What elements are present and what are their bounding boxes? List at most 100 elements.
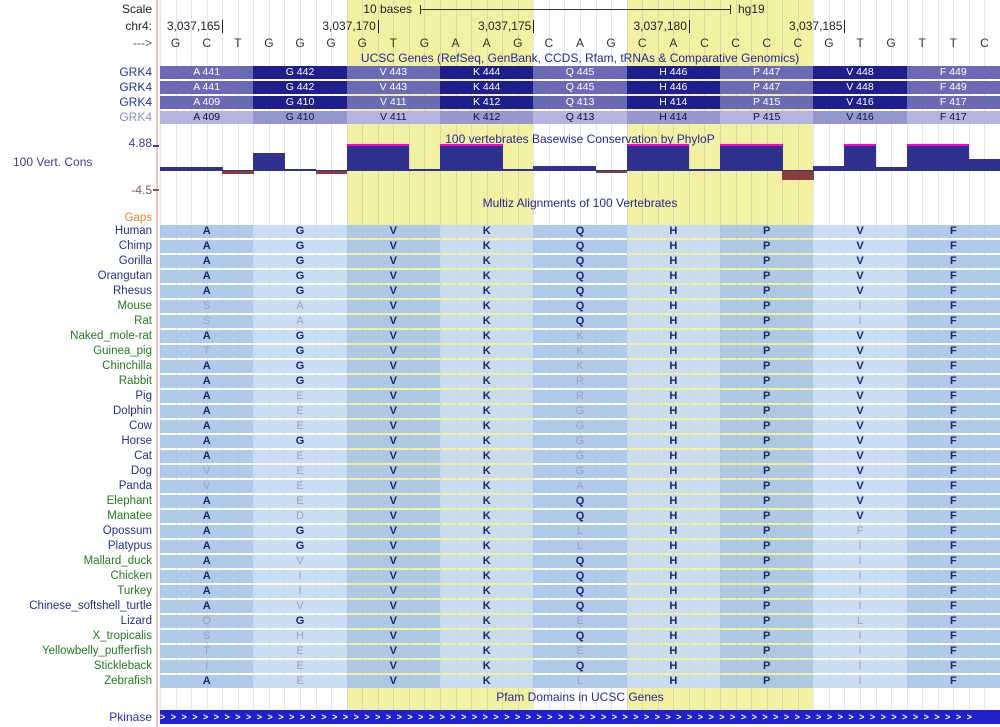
species-label[interactable]: Horse <box>0 435 152 448</box>
codon-box[interactable]: F 417 <box>907 96 1000 109</box>
species-label[interactable]: Dog <box>0 465 152 478</box>
species-label[interactable]: Human <box>0 225 152 238</box>
codon-box[interactable]: P 447 <box>720 66 813 79</box>
alignment-row[interactable]: AEVKGHPVF <box>160 405 1000 418</box>
alignment-row[interactable]: AIVKQHPIF <box>160 570 1000 583</box>
codon-box[interactable]: F 449 <box>907 66 1000 79</box>
codon-box[interactable]: Q 445 <box>533 81 626 94</box>
alignment-row[interactable]: VEVKAHPVF <box>160 480 1000 493</box>
species-label[interactable]: Mouse <box>0 300 152 313</box>
gene-row-label[interactable]: GRK4 <box>0 66 152 79</box>
species-label[interactable]: Naked_mole-rat <box>0 330 152 343</box>
codon-box[interactable]: A 441 <box>160 66 253 79</box>
alignment-row[interactable]: AEVKGHPVF <box>160 420 1000 433</box>
pkinase-track-label[interactable]: Pkinase <box>0 710 152 724</box>
species-label[interactable]: Gorilla <box>0 255 152 268</box>
species-label[interactable]: Lizard <box>0 615 152 628</box>
species-label[interactable]: Chinese_softshell_turtle <box>0 600 152 613</box>
alignment-row[interactable]: AGVKQHPVF <box>160 225 1000 238</box>
alignment-row[interactable]: TEVKEHPIF <box>160 645 1000 658</box>
codon-box[interactable]: F 417 <box>907 111 1000 124</box>
codon-box[interactable]: V 443 <box>347 81 440 94</box>
alignment-row[interactable]: AGVKQHPVF <box>160 270 1000 283</box>
codon-box[interactable]: V 411 <box>347 111 440 124</box>
gaps-row-label[interactable]: Gaps <box>0 212 152 224</box>
alignment-row[interactable]: VEVKGHPVF <box>160 465 1000 478</box>
alignment-row[interactable]: SAVKQHPIF <box>160 300 1000 313</box>
species-label[interactable]: Cow <box>0 420 152 433</box>
codon-box[interactable]: A 409 <box>160 111 253 124</box>
alignment-row[interactable]: AVVKQHPIF <box>160 555 1000 568</box>
codon-box[interactable]: V 416 <box>813 111 906 124</box>
codon-box[interactable]: Q 445 <box>533 66 626 79</box>
species-label[interactable]: Yellowbelly_pufferfish <box>0 645 152 658</box>
alignment-row[interactable]: ADVKQHPVF <box>160 510 1000 523</box>
alignment-row[interactable]: AGVKGHPVF <box>160 435 1000 448</box>
alignment-row[interactable]: AIVKQHPIF <box>160 585 1000 598</box>
species-label[interactable]: Rat <box>0 315 152 328</box>
conservation-track-label[interactable]: 100 Vert. Cons <box>13 155 92 169</box>
alignment-row[interactable]: AGVKKHPVF <box>160 330 1000 343</box>
alignment-row[interactable]: AGVKQHPVF <box>160 240 1000 253</box>
alignment-row[interactable]: IEVKQHPIF <box>160 660 1000 673</box>
codon-box[interactable]: P 447 <box>720 81 813 94</box>
codon-box[interactable]: H 414 <box>627 111 720 124</box>
gene-row-label[interactable]: GRK4 <box>0 81 152 94</box>
codon-box[interactable]: V 416 <box>813 96 906 109</box>
species-label[interactable]: Panda <box>0 480 152 493</box>
species-label[interactable]: Turkey <box>0 585 152 598</box>
alignment-row[interactable]: AGVKQHPVF <box>160 255 1000 268</box>
codon-box[interactable]: V 448 <box>813 81 906 94</box>
codon-box[interactable]: F 449 <box>907 81 1000 94</box>
alignment-row[interactable]: AGVKKHPVF <box>160 360 1000 373</box>
alignment-row[interactable]: TGVKKHPVF <box>160 345 1000 358</box>
codon-box[interactable]: A 441 <box>160 81 253 94</box>
codon-box[interactable]: H 446 <box>627 66 720 79</box>
species-label[interactable]: Mallard_duck <box>0 555 152 568</box>
codon-box[interactable]: Q 413 <box>533 96 626 109</box>
codon-box[interactable]: G 410 <box>253 96 346 109</box>
codon-box[interactable]: A 409 <box>160 96 253 109</box>
codon-box[interactable]: G 442 <box>253 81 346 94</box>
gene-row-label[interactable]: GRK4 <box>0 111 152 124</box>
codon-box[interactable]: H 446 <box>627 81 720 94</box>
species-label[interactable]: Manatee <box>0 510 152 523</box>
species-label[interactable]: Guinea_pig <box>0 345 152 358</box>
alignment-row[interactable]: AVVKQHPIF <box>160 600 1000 613</box>
species-label[interactable]: Stickleback <box>0 660 152 673</box>
codon-box[interactable]: V 411 <box>347 96 440 109</box>
species-label[interactable]: Platypus <box>0 540 152 553</box>
species-label[interactable]: Elephant <box>0 495 152 508</box>
species-label[interactable]: Cat <box>0 450 152 463</box>
alignment-row[interactable]: AEVKQHPVF <box>160 495 1000 508</box>
pkinase-domain-bar[interactable]: >>>>>>>>>>>>>>>>>>>>>>>>>>>>>>>>>>>>>>>>… <box>160 710 1000 724</box>
species-label[interactable]: Dolphin <box>0 405 152 418</box>
gene-row-label[interactable]: GRK4 <box>0 96 152 109</box>
species-label[interactable]: Chimp <box>0 240 152 253</box>
codon-box[interactable]: G 410 <box>253 111 346 124</box>
alignment-row[interactable]: SHVKQHPIF <box>160 630 1000 643</box>
species-label[interactable]: Zebrafish <box>0 675 152 688</box>
species-label[interactable]: Pig <box>0 390 152 403</box>
alignment-row[interactable]: AEVKRHPVF <box>160 390 1000 403</box>
species-label[interactable]: Rabbit <box>0 375 152 388</box>
alignment-row[interactable]: SAVKQHPIF <box>160 315 1000 328</box>
codon-box[interactable]: P 415 <box>720 96 813 109</box>
alignment-row[interactable]: AEVKLHPIF <box>160 675 1000 688</box>
species-label[interactable]: X_tropicalis <box>0 630 152 643</box>
species-label[interactable]: Chinchilla <box>0 360 152 373</box>
alignment-row[interactable]: AGVKLHPFF <box>160 525 1000 538</box>
alignment-row[interactable]: AGVKRHPVF <box>160 375 1000 388</box>
alignment-row[interactable]: AEVKGHPVF <box>160 450 1000 463</box>
species-label[interactable]: Opossum <box>0 525 152 538</box>
codon-box[interactable]: K 444 <box>440 81 533 94</box>
codon-box[interactable]: Q 413 <box>533 111 626 124</box>
species-label[interactable]: Rhesus <box>0 285 152 298</box>
species-label[interactable]: Orangutan <box>0 270 152 283</box>
species-label[interactable]: Chicken <box>0 570 152 583</box>
codon-box[interactable]: G 442 <box>253 66 346 79</box>
alignment-row[interactable]: AGVKQHPVF <box>160 285 1000 298</box>
alignment-row[interactable]: AGVKLHPIF <box>160 540 1000 553</box>
codon-box[interactable]: K 444 <box>440 66 533 79</box>
alignment-row[interactable]: QGVKEHPLF <box>160 615 1000 628</box>
